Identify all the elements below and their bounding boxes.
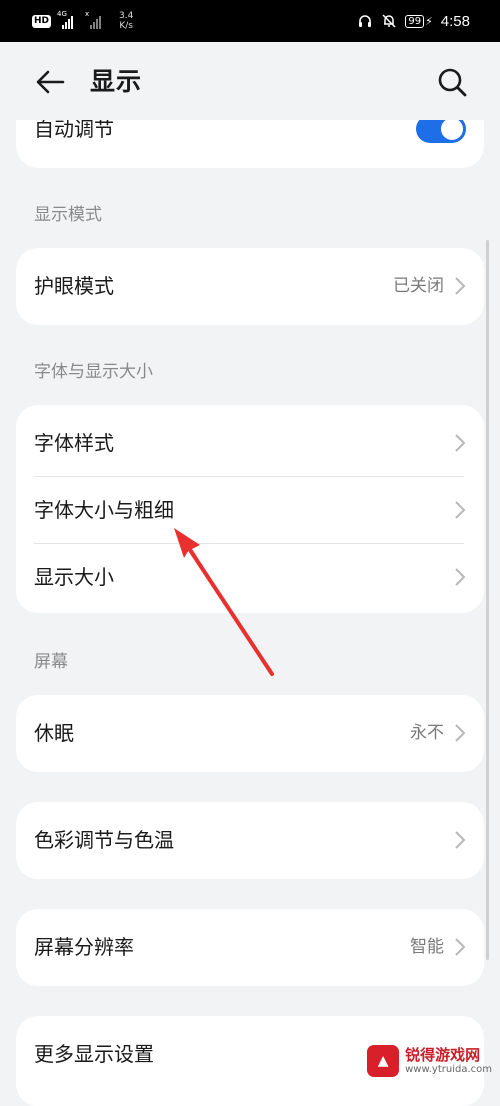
- watermark-url: www.ytruida.com: [405, 1064, 492, 1075]
- color-temp-card: 色彩调节与色温: [16, 802, 484, 879]
- chevron-right-icon: [455, 277, 466, 295]
- title-bar: 显示: [0, 42, 500, 120]
- resolution-label: 屏幕分辨率: [34, 935, 134, 959]
- chevron-right-icon: [455, 501, 466, 519]
- font-style-label: 字体样式: [34, 431, 114, 455]
- watermark-name: 锐得游戏网: [405, 1046, 481, 1064]
- eye-comfort-value: 已关闭: [393, 276, 444, 296]
- watermark-text: 锐得游戏网 www.ytruida.com: [405, 1046, 492, 1076]
- toggle-knob: [441, 118, 463, 140]
- chevron-right-icon: [455, 938, 466, 956]
- sleep-card: 休眠 永不: [16, 695, 484, 772]
- sleep-row[interactable]: 休眠 永不: [16, 695, 484, 772]
- settings-content[interactable]: 自动调节 显示模式 护眼模式 已关闭 字体与显示大小 字体样式 字体大小与粗细 …: [0, 0, 500, 1106]
- font-card: 字体样式 字体大小与粗细 显示大小: [16, 405, 484, 613]
- eye-comfort-row[interactable]: 护眼模式 已关闭: [16, 248, 484, 325]
- watermark-logo: ▲: [367, 1045, 400, 1077]
- font-size-weight-row[interactable]: 字体大小与粗细: [16, 477, 484, 544]
- resolution-value: 智能: [410, 937, 444, 957]
- more-settings-label: 更多显示设置: [34, 1042, 154, 1066]
- color-temp-label: 色彩调节与色温: [34, 828, 174, 852]
- resolution-row[interactable]: 屏幕分辨率 智能: [16, 909, 484, 986]
- watermark: ▲ 锐得游戏网 www.ytruida.com: [367, 1045, 492, 1077]
- page-title: 显示: [90, 67, 143, 96]
- resolution-card: 屏幕分辨率 智能: [16, 909, 484, 986]
- chevron-right-icon: [455, 568, 466, 586]
- display-size-row[interactable]: 显示大小: [16, 544, 484, 613]
- eye-comfort-label: 护眼模式: [34, 274, 114, 298]
- sleep-label: 休眠: [34, 721, 74, 745]
- font-style-row[interactable]: 字体样式: [16, 405, 484, 477]
- back-arrow-icon[interactable]: [30, 64, 70, 100]
- search-icon[interactable]: [434, 64, 470, 100]
- eye-comfort-card: 护眼模式 已关闭: [16, 248, 484, 325]
- font-size-weight-label: 字体大小与粗细: [34, 498, 174, 522]
- scrollbar[interactable]: [486, 240, 489, 960]
- section-screen: 屏幕: [34, 652, 68, 672]
- chevron-right-icon: [455, 724, 466, 742]
- section-font-and-display-size: 字体与显示大小: [34, 362, 153, 382]
- section-display-mode: 显示模式: [34, 205, 102, 225]
- display-size-label: 显示大小: [34, 565, 114, 589]
- color-temp-row[interactable]: 色彩调节与色温: [16, 802, 484, 879]
- chevron-right-icon: [455, 434, 466, 452]
- sleep-value: 永不: [410, 723, 444, 743]
- chevron-right-icon: [455, 831, 466, 849]
